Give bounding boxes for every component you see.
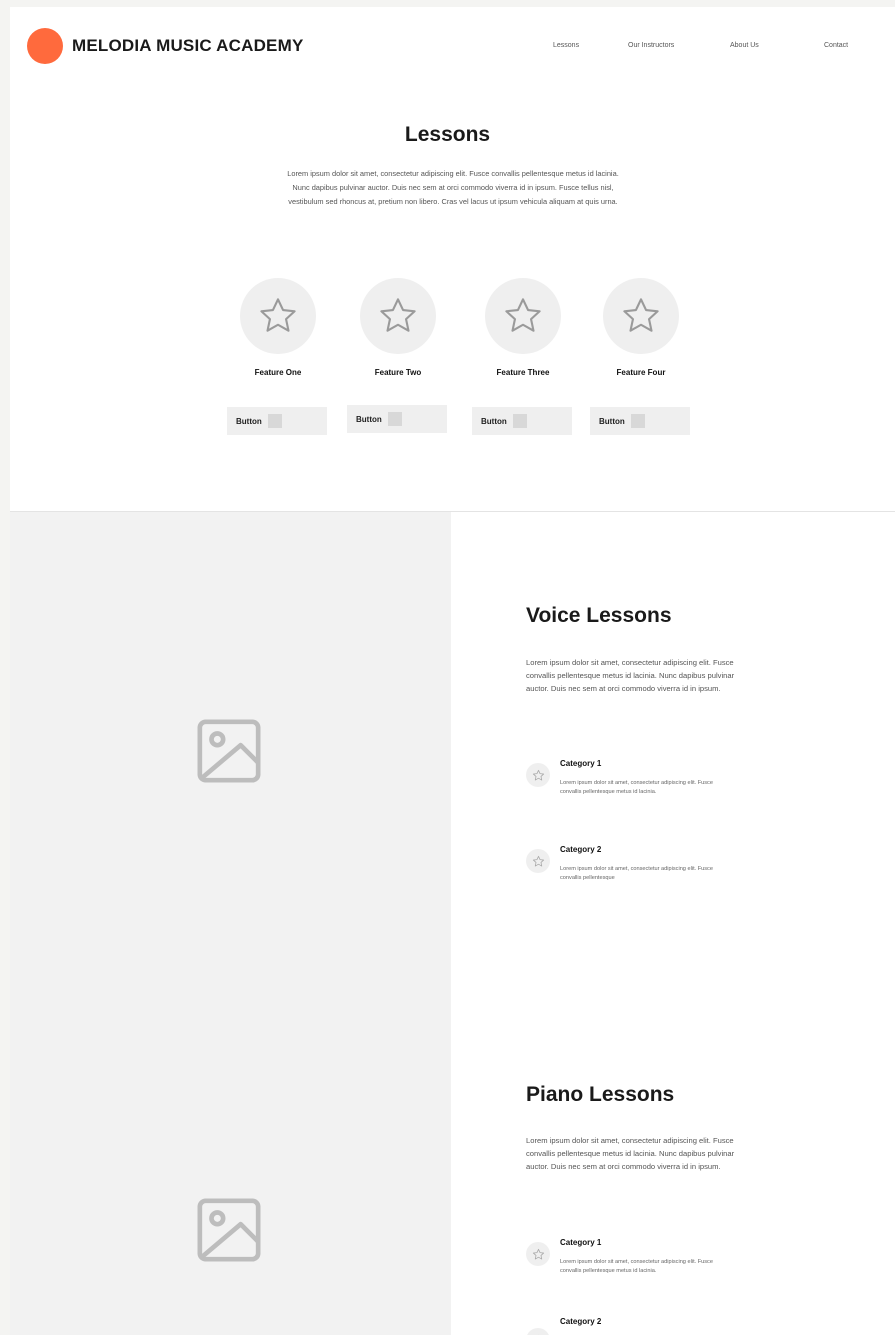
piano-lessons-title: Piano Lessons [526, 1083, 675, 1106]
button-icon-placeholder [512, 414, 527, 428]
button-label: Button [481, 416, 507, 426]
star-icon [260, 298, 296, 332]
button-icon-placeholder [387, 412, 402, 426]
feature-four-circle [603, 278, 679, 354]
category-description: Lorem ipsum dolor sit amet, consectetur … [560, 780, 713, 796]
brand-name[interactable]: MELODIA MUSIC ACADEMY [72, 36, 304, 56]
feature-two-button[interactable]: Button [347, 405, 447, 433]
button-icon-placeholder [267, 414, 282, 428]
category-circle [526, 1328, 550, 1335]
category-title: Category 1 [560, 1238, 602, 1247]
feature-two-label: Feature Two [374, 368, 422, 377]
feature-four-label: Feature Four [616, 368, 666, 377]
feature-one-label: Feature One [254, 368, 302, 377]
star-icon [623, 298, 659, 332]
feature-three-circle [485, 278, 561, 354]
category-title: Category 2 [560, 845, 602, 854]
site-header: MELODIA MUSIC ACADEMY Lessons Our Instru… [10, 7, 895, 87]
button-label: Button [599, 416, 625, 426]
nav-link-instructors[interactable]: Our Instructors [628, 42, 674, 49]
feature-one-button[interactable]: Button [227, 407, 327, 435]
button-icon-placeholder [630, 414, 645, 428]
voice-lessons-title: Voice Lessons [526, 604, 672, 627]
nav-link-lessons[interactable]: Lessons [553, 42, 579, 49]
star-icon [505, 298, 541, 332]
lessons-description: Lorem ipsum dolor sit amet, consectetur … [287, 169, 619, 206]
button-label: Button [236, 416, 262, 426]
voice-lessons-description: Lorem ipsum dolor sit amet, consectetur … [526, 658, 735, 694]
category-circle [526, 763, 550, 787]
logo-icon[interactable] [27, 28, 63, 64]
star-icon [532, 855, 544, 866]
feature-four-button[interactable]: Button [590, 407, 690, 435]
piano-lessons-description: Lorem ipsum dolor sit amet, consectetur … [526, 1136, 735, 1172]
lessons-title: Lessons [404, 123, 491, 146]
image-placeholder-icon [197, 719, 261, 783]
star-icon [532, 769, 544, 780]
category-description: Lorem ipsum dolor sit amet, consectetur … [560, 866, 713, 882]
nav-link-contact[interactable]: Contact [824, 42, 848, 49]
button-label: Button [356, 414, 382, 424]
feature-one-circle [240, 278, 316, 354]
feature-three-button[interactable]: Button [472, 407, 572, 435]
page: MELODIA MUSIC ACADEMY Lessons Our Instru… [10, 7, 895, 1335]
star-icon [532, 1248, 544, 1259]
image-placeholder-icon [197, 1198, 261, 1262]
category-title: Category 2 [560, 1317, 602, 1326]
star-icon [380, 298, 416, 332]
category-title: Category 1 [560, 759, 602, 768]
nav-link-about[interactable]: About Us [730, 42, 759, 49]
feature-three-label: Feature Three [496, 368, 550, 377]
feature-two-circle [360, 278, 436, 354]
category-circle [526, 849, 550, 873]
category-circle [526, 1242, 550, 1266]
category-description: Lorem ipsum dolor sit amet, consectetur … [560, 1259, 713, 1275]
